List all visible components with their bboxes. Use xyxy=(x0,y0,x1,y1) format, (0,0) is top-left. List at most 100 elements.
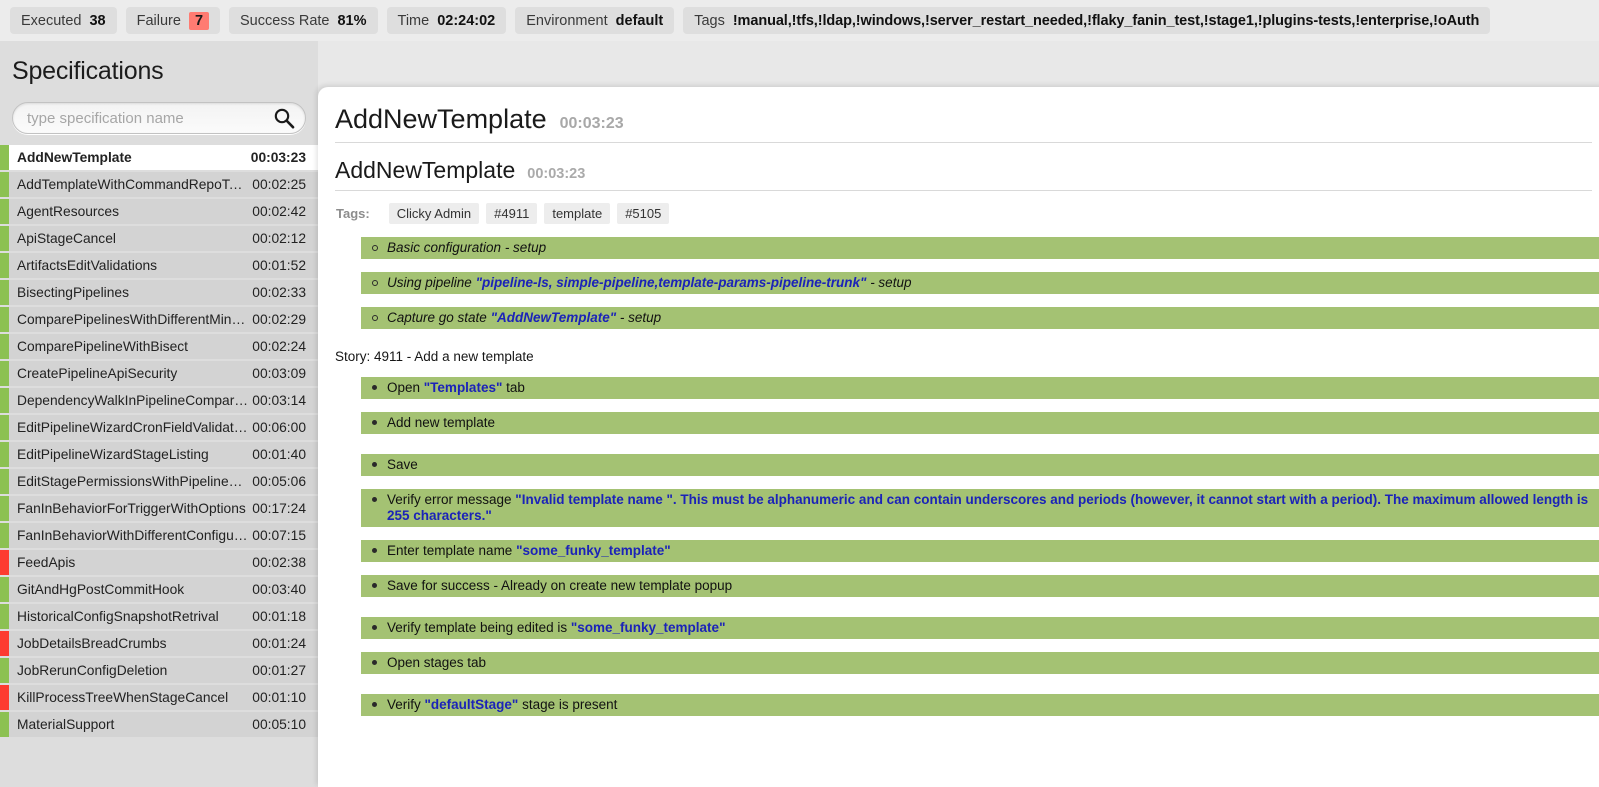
status-bar-pass-icon xyxy=(0,388,9,413)
stat-success-rate: Success Rate 81% xyxy=(229,7,378,34)
page-title: Specifications xyxy=(12,57,164,85)
stat-time-value: 02:24:02 xyxy=(437,12,496,29)
specification-name: ComparePipelineWithBisect xyxy=(17,339,188,354)
step-text: Using pipeline xyxy=(387,275,476,290)
specification-name: EditPipelineWizardCronFieldValidati… xyxy=(17,420,251,435)
setup-step-row[interactable]: Basic configuration - setup xyxy=(361,237,1599,259)
tag-chip[interactable]: #5105 xyxy=(617,203,670,224)
scenario-step-row[interactable]: Verify template being edited is "some_fu… xyxy=(361,617,1599,639)
step-text-suffix: - setup xyxy=(616,310,662,325)
specification-list-item[interactable]: GitAndHgPostCommitHook 00:03:40 xyxy=(0,577,318,602)
stat-environment: Environment default xyxy=(515,7,675,34)
setup-step-list: Basic configuration - setup Using pipelin… xyxy=(318,237,1599,329)
specification-list-item[interactable]: FanInBehaviorForTriggerWithOptions 00:17:… xyxy=(0,496,318,521)
setup-step-row[interactable]: Capture go state "AddNewTemplate" - setu… xyxy=(361,307,1599,329)
stat-environment-label: Environment xyxy=(526,12,608,29)
specification-list-item[interactable]: FanInBehaviorWithDifferentConfigur… 00:07… xyxy=(0,523,318,548)
stat-success-rate-label: Success Rate xyxy=(240,12,330,29)
status-bar-pass-icon xyxy=(0,523,9,548)
specification-name: GitAndHgPostCommitHook xyxy=(17,582,185,597)
stat-failure-label: Failure xyxy=(136,12,181,29)
step-text: Add new template xyxy=(387,415,496,430)
scenario-step-row[interactable]: Open stages tab xyxy=(361,652,1599,674)
specification-list-item[interactable]: JobRerunConfigDeletion 00:01:27 xyxy=(0,658,318,683)
stat-time: Time 02:24:02 xyxy=(386,7,507,34)
specification-duration: 00:02:33 xyxy=(252,285,306,300)
setup-step-row[interactable]: Using pipeline "pipeline-ls, simple-pipe… xyxy=(361,272,1599,294)
scenario-step-row[interactable]: Save xyxy=(361,454,1599,476)
specification-list-item[interactable]: ComparePipelineWithBisect 00:02:24 xyxy=(0,334,318,359)
step-highlight-value: "pipeline-ls, simple-pipeline,template-p… xyxy=(475,275,867,290)
specification-list-item[interactable]: BisectingPipelines 00:02:33 xyxy=(0,280,318,305)
specification-name: FanInBehaviorWithDifferentConfigur… xyxy=(17,528,253,543)
spec-header: AddNewTemplate 00:03:23 xyxy=(335,87,1592,143)
specification-list-item[interactable]: FeedApis 00:02:38 xyxy=(0,550,318,575)
specification-duration: 00:01:52 xyxy=(252,258,306,273)
status-bar-pass-icon xyxy=(0,145,9,170)
status-bar-pass-icon xyxy=(0,604,9,629)
status-bar-pass-icon xyxy=(0,577,9,602)
specification-list-item[interactable]: DependencyWalkInPipelineCompar… 00:03:14 xyxy=(0,388,318,413)
step-highlight-value: "AddNewTemplate" xyxy=(490,310,617,325)
specification-duration: 00:01:18 xyxy=(252,609,306,624)
specification-list-item[interactable]: ComparePipelinesWithDifferentMing… 00:02:… xyxy=(0,307,318,332)
search-input[interactable] xyxy=(12,102,306,134)
scenario-step-row[interactable]: Verify error message "Invalid template n… xyxy=(361,489,1599,527)
specification-list-item[interactable]: ArtifactsEditValidations 00:01:52 xyxy=(0,253,318,278)
tag-chip[interactable]: #4911 xyxy=(486,203,538,224)
specification-list[interactable]: AddNewTemplate 00:03:23 AddTemplateWithCom… xyxy=(0,145,318,785)
specification-name: KillProcessTreeWhenStageCancel xyxy=(17,690,229,705)
status-bar-pass-icon xyxy=(0,442,9,467)
stat-failure: Failure 7 xyxy=(125,7,221,34)
status-bar-pass-icon xyxy=(0,658,9,683)
scenario-step-row[interactable]: Open "Templates" tab xyxy=(361,377,1599,399)
stat-executed: Executed 38 xyxy=(10,7,117,34)
specification-name: AddTemplateWithCommandRepoTask xyxy=(17,177,251,192)
step-highlight-value: "some_funky_template" xyxy=(516,543,671,558)
specification-list-item[interactable]: EditPipelineWizardCronFieldValidati… 00:0… xyxy=(0,415,318,440)
specification-name: EditPipelineWizardStageListing xyxy=(17,447,209,462)
specification-list-item[interactable]: KillProcessTreeWhenStageCancel 00:01:10 xyxy=(0,685,318,710)
tag-chip[interactable]: template xyxy=(544,203,611,224)
specification-list-item[interactable]: EditPipelineWizardStageListing 00:01:40 xyxy=(0,442,318,467)
stat-failure-value: 7 xyxy=(188,11,210,30)
specification-duration: 00:02:38 xyxy=(252,555,306,570)
story-label: Story: 4911 - Add a new template xyxy=(335,349,534,364)
step-text-suffix: stage is present xyxy=(518,697,618,712)
specification-duration: 00:01:24 xyxy=(252,636,306,651)
specification-duration: 00:03:14 xyxy=(252,393,306,408)
specification-list-item[interactable]: AgentResources 00:02:42 xyxy=(0,199,318,224)
specification-list-item[interactable]: AddTemplateWithCommandRepoTask 00:02:25 xyxy=(0,172,318,197)
specification-name: JobRerunConfigDeletion xyxy=(17,663,168,678)
status-bar-pass-icon xyxy=(0,712,9,737)
scenario-duration: 00:03:23 xyxy=(527,166,586,182)
specification-list-item[interactable]: EditStagePermissionsWithPipelineG… 00:05:… xyxy=(0,469,318,494)
specification-list-item[interactable]: HistoricalConfigSnapshotRetrival 00:01:18 xyxy=(0,604,318,629)
stat-tags-label: Tags xyxy=(694,12,725,29)
status-bar-pass-icon xyxy=(0,469,9,494)
stat-tags: Tags !manual,!tfs,!ldap,!windows,!server_… xyxy=(683,7,1491,34)
specification-duration: 00:01:27 xyxy=(252,663,306,678)
scenario-step-row[interactable]: Verify "defaultStage" stage is present xyxy=(361,694,1599,716)
scenario-step-row[interactable]: Save for success - Already on create new… xyxy=(361,575,1599,597)
step-highlight-value: "defaultStage" xyxy=(424,697,519,712)
specification-list-item[interactable]: ApiStageCancel 00:02:12 xyxy=(0,226,318,251)
tag-chip[interactable]: Clicky Admin xyxy=(388,203,480,224)
specification-duration: 00:02:24 xyxy=(252,339,306,354)
tag-list: Tags: Clicky Admin #4911 template #5105 xyxy=(318,191,1599,224)
scenario-step-row[interactable]: Add new template xyxy=(361,412,1599,434)
status-bar-pass-icon xyxy=(0,361,9,386)
specification-list-item[interactable]: AddNewTemplate 00:03:23 xyxy=(0,145,318,170)
scenario-step-row[interactable]: Enter template name "some_funky_template… xyxy=(361,540,1599,562)
status-bar-pass-icon xyxy=(0,172,9,197)
specification-list-item[interactable]: JobDetailsBreadCrumbs 00:01:24 xyxy=(0,631,318,656)
status-bar-pass-icon xyxy=(0,307,9,332)
specification-name: FeedApis xyxy=(17,555,76,570)
specification-list-item[interactable]: CreatePipelineApiSecurity 00:03:09 xyxy=(0,361,318,386)
specification-detail-panel: AddNewTemplate 00:03:23 AddNewTemplate 0… xyxy=(318,87,1599,787)
specification-name: DependencyWalkInPipelineCompar… xyxy=(17,393,249,408)
step-text: Open stages tab xyxy=(387,655,487,670)
specification-list-item[interactable]: MaterialSupport 00:05:10 xyxy=(0,712,318,737)
step-text: Verify xyxy=(387,697,425,712)
step-highlight-value: "Invalid template name ". This must be a… xyxy=(387,492,1589,523)
